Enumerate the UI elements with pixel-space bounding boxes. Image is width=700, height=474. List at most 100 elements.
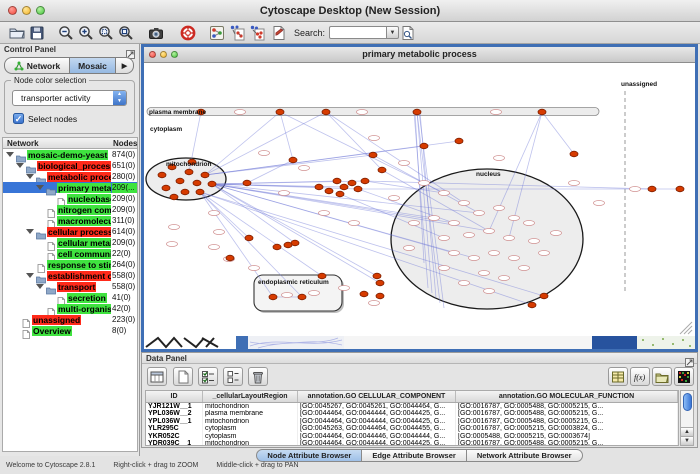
selected-gene-node[interactable] bbox=[413, 109, 421, 115]
selected-gene-node[interactable] bbox=[360, 291, 368, 297]
delete-attribute-icon[interactable] bbox=[248, 367, 268, 386]
gene-node[interactable] bbox=[464, 233, 475, 238]
tree-row[interactable]: transport558(0) bbox=[3, 281, 137, 292]
selected-gene-node[interactable] bbox=[676, 186, 684, 192]
window-controls[interactable] bbox=[8, 6, 45, 15]
tree-row[interactable]: cellular metabo209(0) bbox=[3, 237, 137, 248]
gene-node[interactable] bbox=[389, 196, 400, 201]
selected-gene-node[interactable] bbox=[284, 242, 292, 248]
edge[interactable] bbox=[205, 112, 326, 175]
network-view-titlebar[interactable]: primary metabolic process bbox=[144, 47, 695, 63]
selected-gene-node[interactable] bbox=[354, 186, 362, 192]
selected-gene-node[interactable] bbox=[322, 109, 330, 115]
open-folder-icon[interactable] bbox=[8, 24, 25, 41]
selected-gene-node[interactable] bbox=[276, 109, 284, 115]
gene-node[interactable] bbox=[309, 291, 320, 296]
minimize-view-icon[interactable] bbox=[160, 51, 167, 58]
close-view-icon[interactable] bbox=[149, 51, 156, 58]
gene-node[interactable] bbox=[339, 286, 350, 291]
selected-gene-node[interactable] bbox=[158, 172, 166, 178]
network-layout-icon-a[interactable] bbox=[228, 24, 245, 41]
select-nodes-checkbox[interactable]: ✓ bbox=[13, 113, 24, 124]
zoom-window-icon[interactable] bbox=[36, 6, 45, 15]
gene-node[interactable] bbox=[349, 221, 360, 226]
selected-gene-node[interactable] bbox=[298, 294, 306, 300]
gene-node[interactable] bbox=[569, 181, 580, 186]
selected-gene-node[interactable] bbox=[185, 169, 193, 175]
gene-node[interactable] bbox=[474, 211, 485, 216]
attribute-table-body[interactable]: YJR121W__1mitochondrion[GO:0045267, GO:0… bbox=[146, 403, 678, 446]
selected-gene-node[interactable] bbox=[162, 185, 170, 191]
table-row[interactable]: YJR121W__1mitochondrion[GO:0045267, GO:0… bbox=[146, 403, 678, 410]
gene-node[interactable] bbox=[429, 216, 440, 221]
selected-gene-node[interactable] bbox=[376, 293, 384, 299]
tree-row[interactable]: mosaic-demo-yeast874(0) bbox=[3, 149, 137, 160]
zoom-selected-icon[interactable] bbox=[97, 24, 114, 41]
edge[interactable] bbox=[326, 112, 382, 170]
selected-gene-node[interactable] bbox=[273, 244, 281, 250]
gene-node[interactable] bbox=[167, 242, 178, 247]
help-lifering-icon[interactable] bbox=[179, 24, 196, 41]
search-dropdown-icon[interactable]: ▼ bbox=[387, 26, 399, 39]
selected-gene-node[interactable] bbox=[538, 109, 546, 115]
gene-node[interactable] bbox=[489, 251, 500, 256]
edge[interactable] bbox=[280, 112, 293, 160]
gene-node[interactable] bbox=[369, 301, 380, 306]
table-row[interactable]: YDR039C__1mitochondrion[GO:0044464, GO:0… bbox=[146, 440, 678, 446]
selected-gene-node[interactable] bbox=[196, 189, 204, 195]
table-row[interactable]: YLR295Ccytoplasm[GO:0045263, GO:0044464,… bbox=[146, 425, 678, 432]
gene-node[interactable] bbox=[399, 161, 410, 166]
gene-node[interactable] bbox=[484, 289, 495, 294]
selected-gene-node[interactable] bbox=[348, 180, 356, 186]
selected-gene-node[interactable] bbox=[420, 143, 428, 149]
search-options-icon[interactable] bbox=[399, 24, 416, 41]
selected-gene-node[interactable] bbox=[243, 180, 251, 186]
node-color-dropdown[interactable]: transporter activity ▲▼ bbox=[12, 90, 127, 106]
column-header[interactable]: _cellularLayoutRegion bbox=[203, 391, 298, 402]
attribute-list-icon[interactable] bbox=[223, 367, 243, 386]
selected-gene-node[interactable] bbox=[315, 184, 323, 190]
gene-node[interactable] bbox=[439, 266, 450, 271]
gene-node[interactable] bbox=[484, 229, 495, 234]
gene-node[interactable] bbox=[551, 231, 562, 236]
column-header[interactable]: ID bbox=[146, 391, 203, 402]
attribute-select-icon[interactable] bbox=[147, 367, 167, 386]
tree-row[interactable]: secretion41(0) bbox=[3, 292, 137, 303]
edge[interactable] bbox=[205, 112, 280, 175]
selected-gene-node[interactable] bbox=[373, 273, 381, 279]
scroll-down-icon[interactable]: ▼ bbox=[681, 436, 693, 445]
selected-gene-node[interactable] bbox=[540, 293, 548, 299]
tree-row[interactable]: macromolecule311(0) bbox=[3, 215, 137, 226]
tree-row[interactable]: Overview8(0) bbox=[3, 325, 137, 336]
gene-node[interactable] bbox=[459, 201, 470, 206]
gene-node[interactable] bbox=[479, 271, 490, 276]
close-window-icon[interactable] bbox=[8, 6, 17, 15]
gene-node[interactable] bbox=[235, 110, 246, 115]
create-attribute-icon[interactable] bbox=[173, 367, 193, 386]
edge[interactable] bbox=[212, 184, 380, 283]
zoom-in-icon[interactable] bbox=[77, 24, 94, 41]
selected-gene-node[interactable] bbox=[289, 157, 297, 163]
gene-node[interactable] bbox=[519, 266, 530, 271]
selected-gene-node[interactable] bbox=[570, 151, 578, 157]
gene-node[interactable] bbox=[529, 239, 540, 244]
select-nodes-row[interactable]: ✓ Select nodes bbox=[13, 113, 77, 124]
selected-gene-node[interactable] bbox=[333, 178, 341, 184]
snapshot-camera-icon[interactable] bbox=[147, 24, 164, 41]
table-row[interactable]: YPL036W__2plasma membrane[GO:0044464, GO… bbox=[146, 410, 678, 417]
selected-gene-node[interactable] bbox=[528, 302, 536, 308]
selected-gene-node[interactable] bbox=[176, 178, 184, 184]
column-header[interactable]: annotation.GO MOLECULAR_FUNCTION bbox=[456, 391, 678, 402]
network-graph[interactable]: plasma membranecytoplasmmitochondrionnuc… bbox=[144, 63, 695, 336]
selected-gene-node[interactable] bbox=[455, 138, 463, 144]
gene-node[interactable] bbox=[209, 211, 220, 216]
save-icon[interactable] bbox=[28, 24, 45, 41]
search-input[interactable] bbox=[329, 26, 387, 39]
selected-gene-node[interactable] bbox=[336, 191, 344, 197]
tree-row[interactable]: cellular process614(0) bbox=[3, 226, 137, 237]
tree-expander-icon[interactable] bbox=[26, 229, 34, 234]
gene-node[interactable] bbox=[169, 225, 180, 230]
tree-row[interactable]: cell communicat22(0) bbox=[3, 248, 137, 259]
import-attributes-icon[interactable] bbox=[652, 367, 672, 386]
edge[interactable] bbox=[247, 160, 293, 183]
